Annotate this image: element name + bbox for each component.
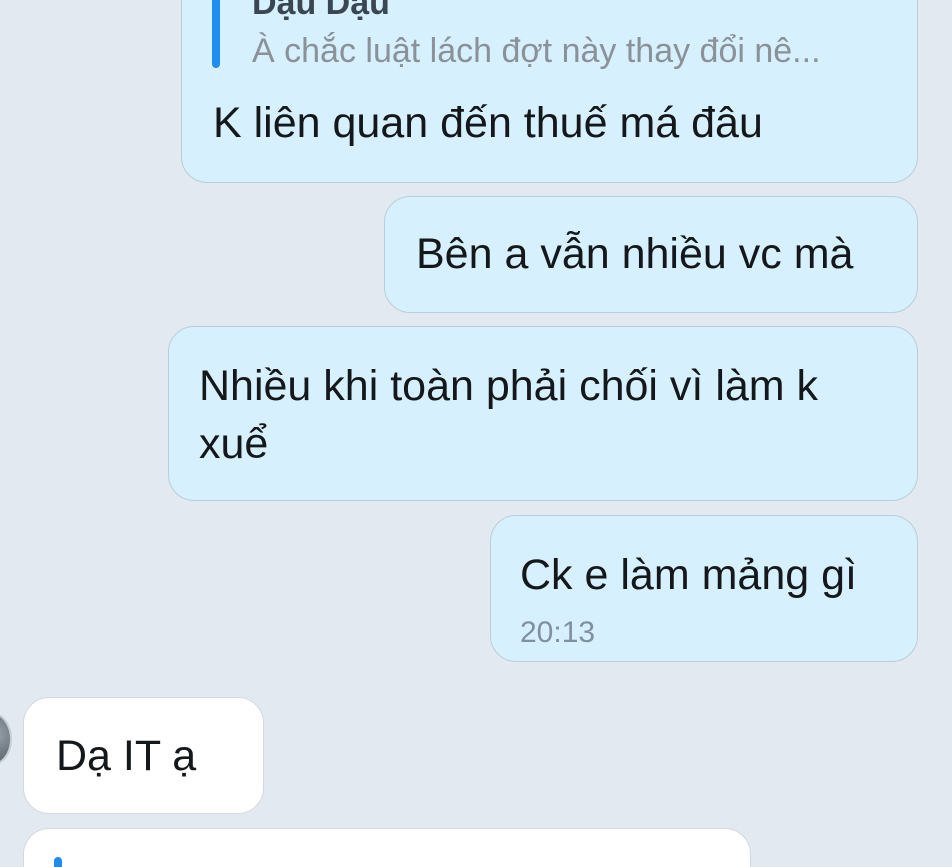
message-text: Dạ IT ạ (56, 732, 197, 780)
message-timestamp: 20:13 (520, 616, 596, 649)
reply-quote-bar (212, 0, 220, 68)
message-text: Bên a vẫn nhiều vc mà (416, 230, 854, 278)
message-bubble-incoming[interactable] (23, 828, 751, 867)
message-bubble-outgoing[interactable]: Bên a vẫn nhiều vc mà (384, 196, 918, 313)
message-text: K liên quan đến thuế má đâu (213, 99, 763, 147)
message-bubble-outgoing[interactable]: Nhiều khi toàn phải chối vì làm k xuể (168, 326, 918, 501)
message-bubble-outgoing[interactable]: Ck e làm mảng gì 20:13 (490, 515, 918, 662)
reply-quote-bar (54, 857, 62, 867)
message-text: Nhiều khi toàn phải chối vì làm k xuể (199, 362, 819, 468)
contact-avatar[interactable] (0, 712, 12, 766)
message-text: Ck e làm mảng gì (520, 551, 857, 599)
message-bubble-outgoing[interactable]: Dậu Dậu À chắc luật lách đợt này thay đổ… (181, 0, 918, 183)
reply-quote-snippet: À chắc luật lách đợt này thay đổi nê... (252, 32, 821, 70)
message-bubble-incoming[interactable]: Dạ IT ạ (23, 697, 264, 814)
reply-quote-sender: Dậu Dậu (252, 0, 390, 22)
